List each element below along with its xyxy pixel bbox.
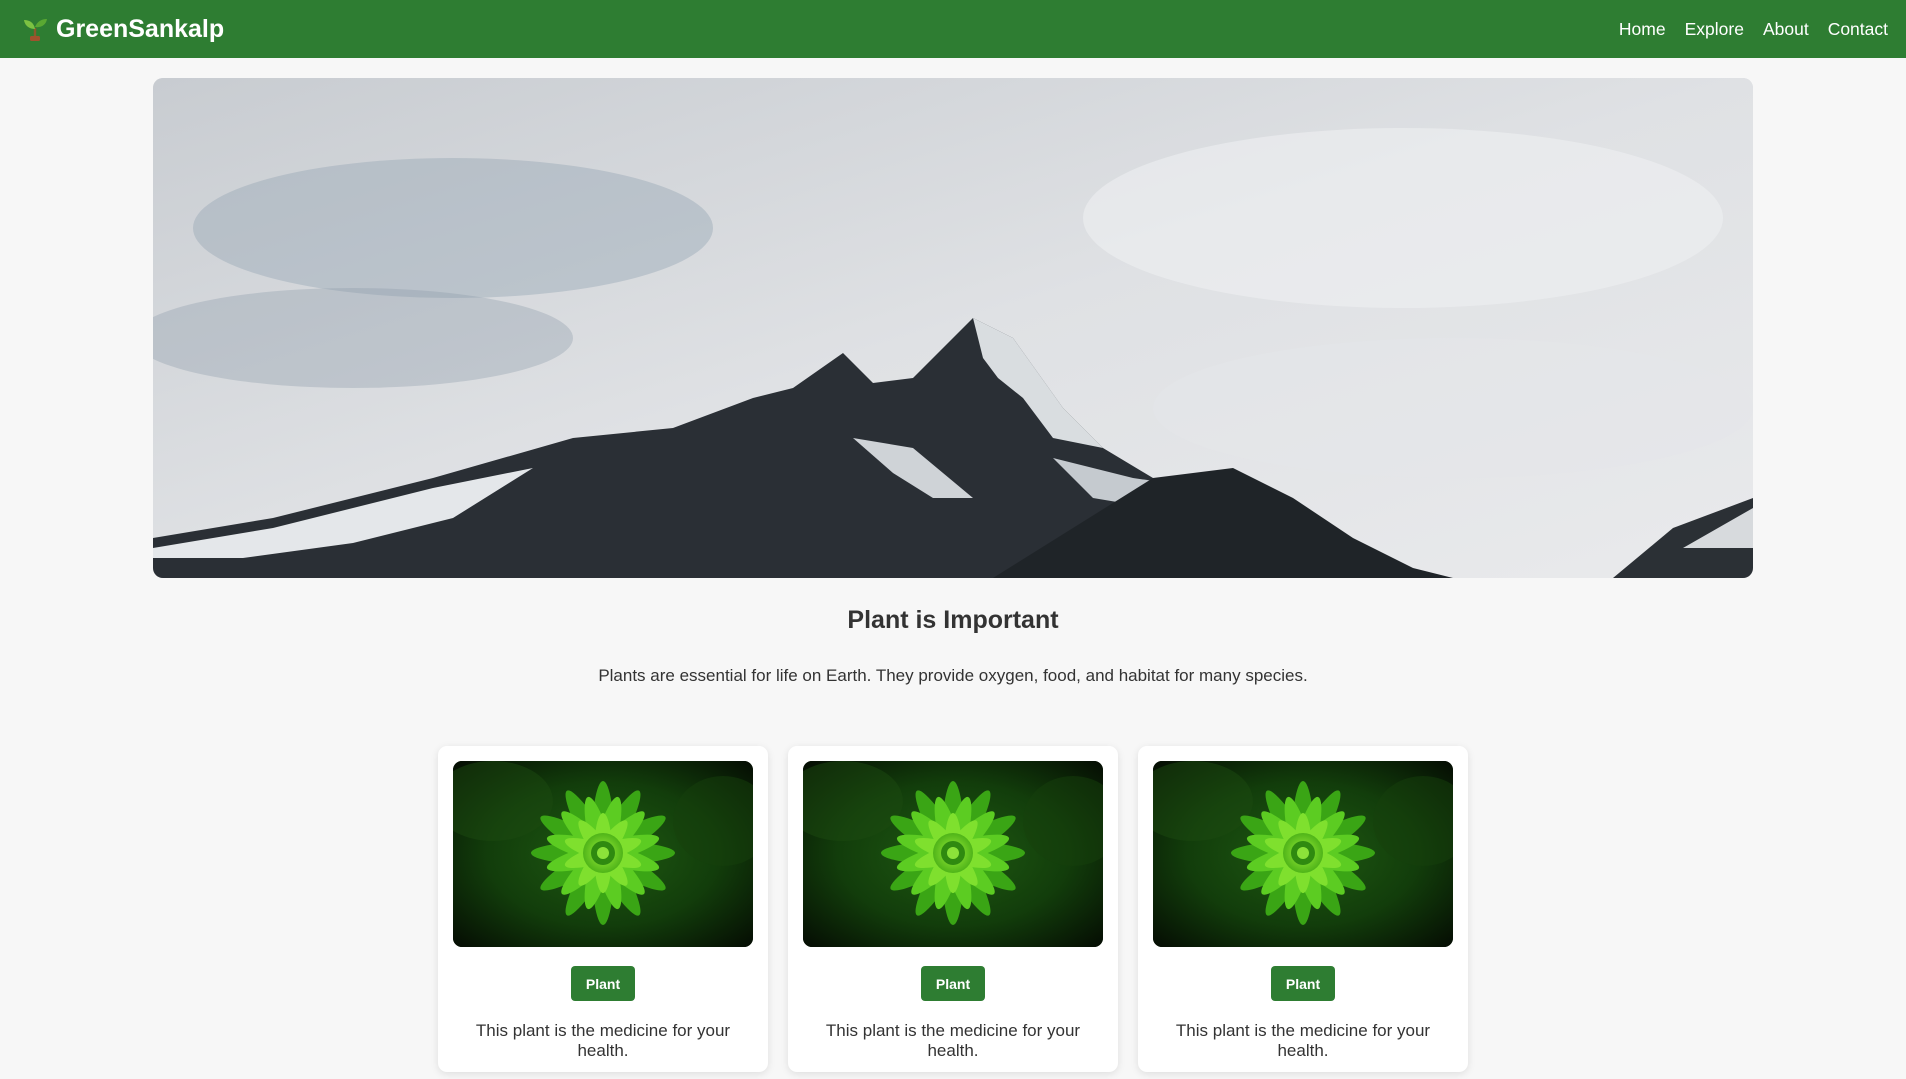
plant-button[interactable]: Plant <box>920 966 986 1001</box>
card-text: This plant is the medicine for your heal… <box>825 1021 1081 1060</box>
plant-image <box>803 761 1103 947</box>
cards-row: Plant This plant is the medicine for you… <box>438 746 1468 1072</box>
plant-button[interactable]: Plant <box>1270 966 1336 1001</box>
hero-image <box>153 78 1753 578</box>
nav-links: Home Explore About Contact <box>1619 19 1888 40</box>
section-title: Plant is Important <box>847 606 1059 634</box>
nav-explore[interactable]: Explore <box>1685 19 1744 40</box>
nav-about[interactable]: About <box>1763 19 1809 40</box>
nav-contact[interactable]: Contact <box>1828 19 1888 40</box>
card-text: This plant is the medicine for your heal… <box>475 1021 731 1060</box>
seedling-icon <box>22 16 48 42</box>
brand[interactable]: GreenSankalp <box>22 15 224 44</box>
plant-card: Plant This plant is the medicine for you… <box>438 746 768 1072</box>
brand-name: GreenSankalp <box>56 14 225 43</box>
navbar: GreenSankalp Home Explore About Contact <box>0 0 1906 58</box>
card-text: This plant is the medicine for your heal… <box>1175 1021 1431 1060</box>
plant-button[interactable]: Plant <box>570 966 636 1001</box>
plant-card: Plant This plant is the medicine for you… <box>788 746 1118 1072</box>
section-description: Plants are essential for life on Earth. … <box>598 666 1308 685</box>
plant-card: Plant This plant is the medicine for you… <box>1138 746 1468 1072</box>
plant-image <box>453 761 753 947</box>
nav-home[interactable]: Home <box>1619 19 1666 40</box>
plant-image <box>1153 761 1453 947</box>
